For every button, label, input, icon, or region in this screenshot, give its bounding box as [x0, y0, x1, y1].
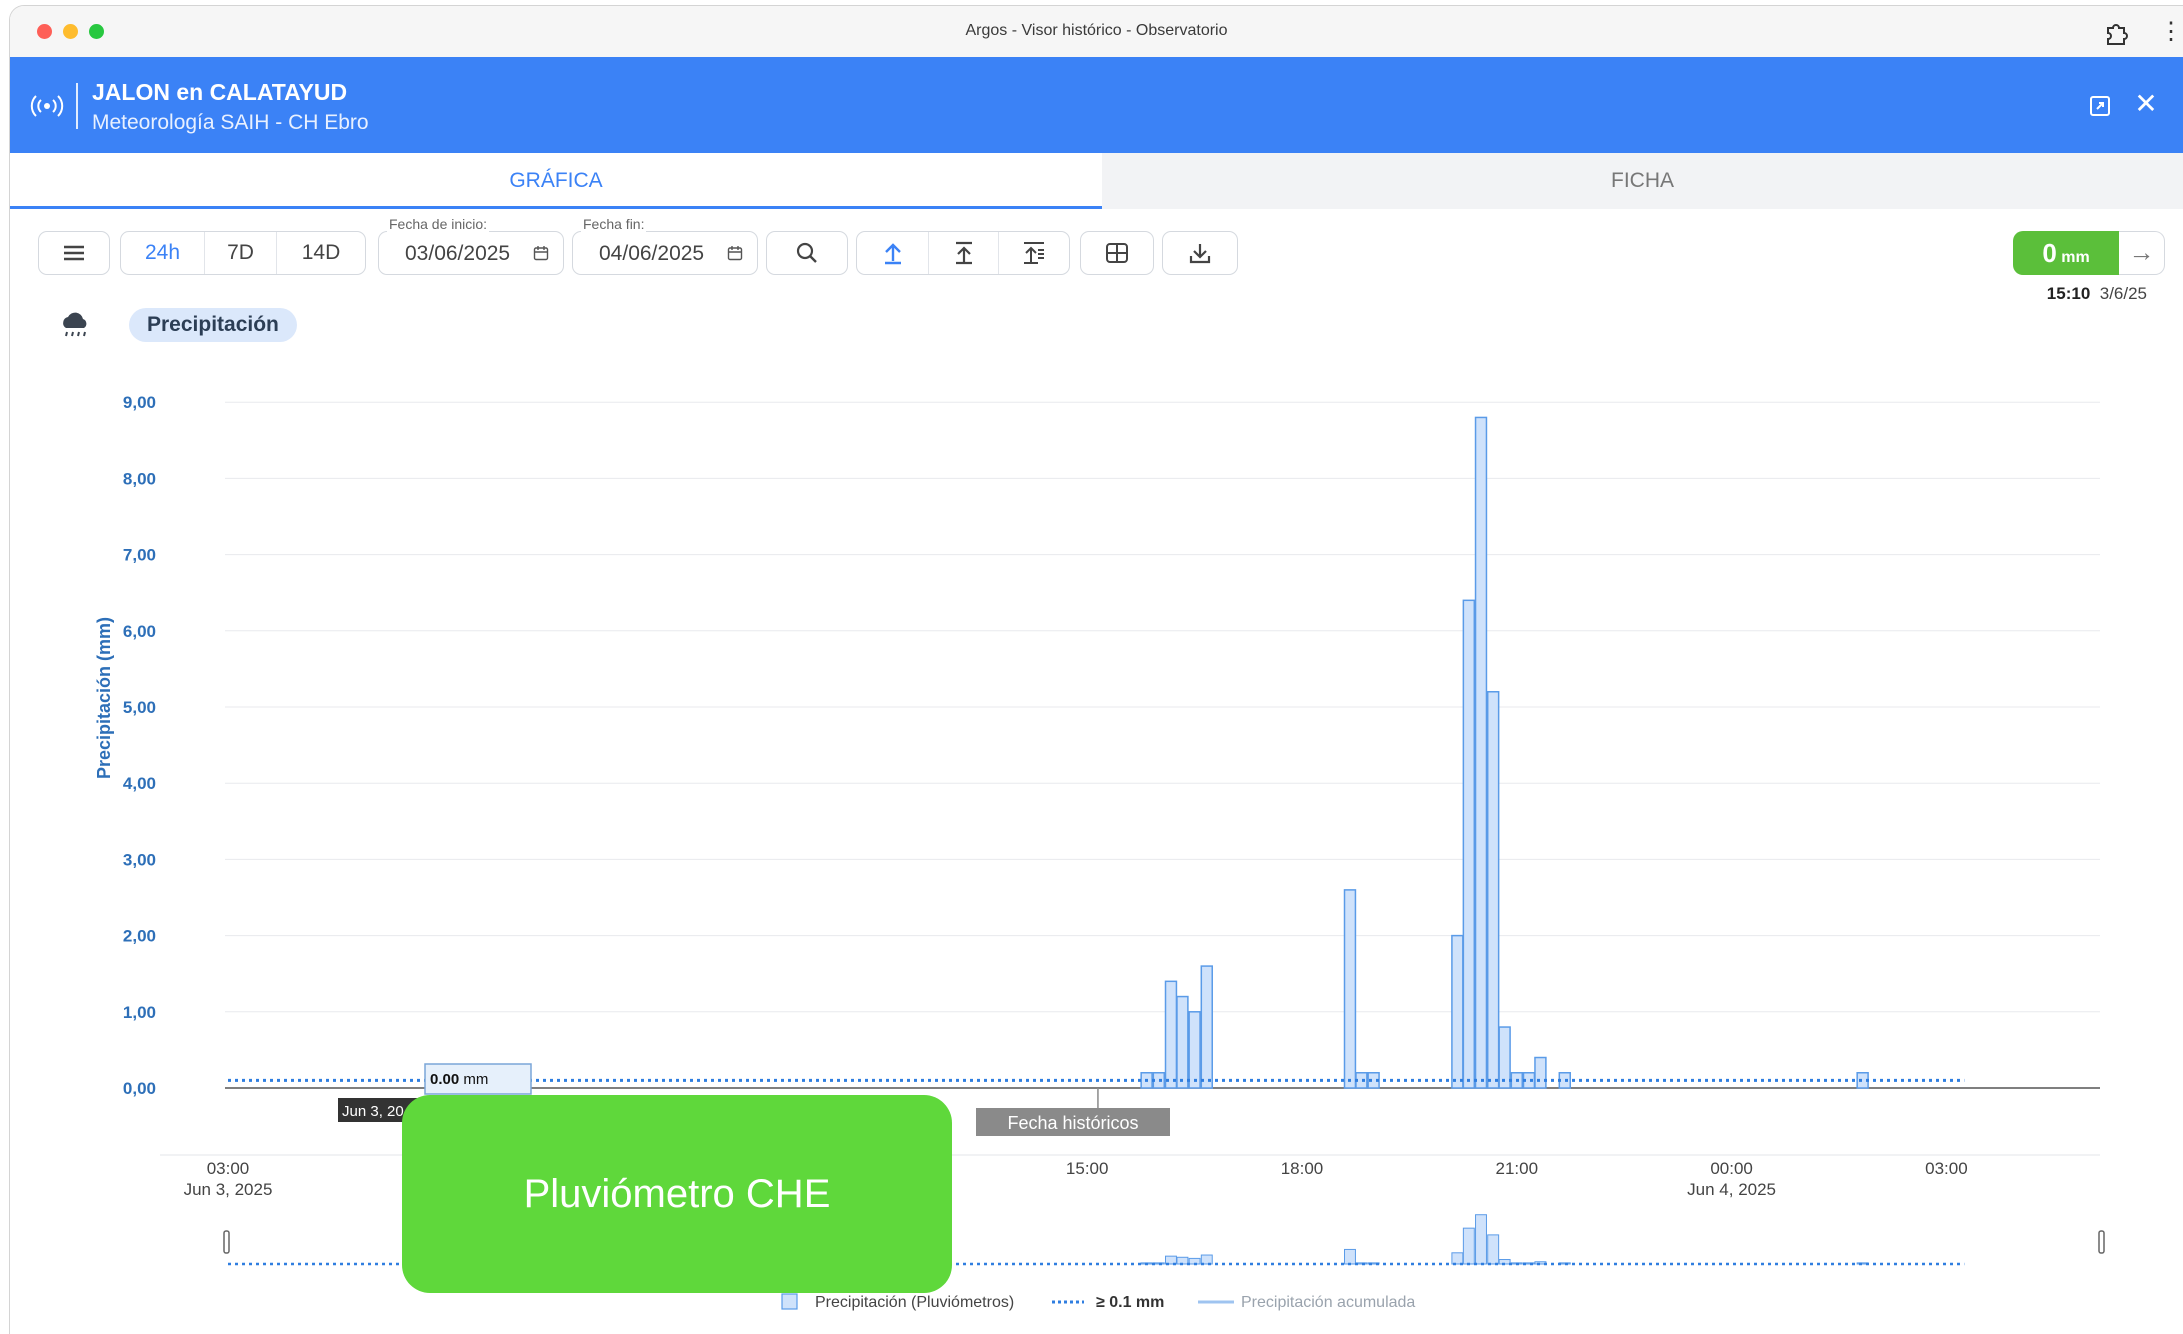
legend-label-accum: Precipitación acumulada — [1241, 1294, 1415, 1311]
precip-bar — [1176, 995, 1189, 1089]
x-tick-label: 03:00 — [1925, 1159, 1968, 1178]
precip-bar — [1498, 1026, 1511, 1089]
y-tick-label: 3,00 — [123, 850, 156, 869]
navigator-bar — [1200, 1254, 1213, 1265]
x-tick-label: 18:00 — [1281, 1159, 1324, 1178]
x-tick-label: 21:00 — [1496, 1159, 1539, 1178]
legend-label-precip: Precipitación (Pluviómetros) — [815, 1294, 1014, 1311]
navigator-bar — [1344, 1248, 1356, 1265]
y-tick-label: 2,00 — [123, 927, 156, 946]
y-tick-label: 6,00 — [123, 622, 156, 641]
historic-label: Fecha históricos — [1007, 1113, 1138, 1133]
tooltip-value: 0.00 mm — [430, 1071, 488, 1088]
precip-bar — [1188, 1011, 1201, 1089]
navigator-bar — [1462, 1227, 1475, 1265]
precip-bar — [1451, 934, 1464, 1089]
precipitation-chart: 0,00 1,00 2,00 3,00 4,00 5,00 6,00 7,00 8,00 9,00… — [94, 393, 2105, 1311]
x-tick-label: 00:00 — [1710, 1159, 1753, 1178]
y-axis-label: Precipitación (mm) — [94, 617, 114, 779]
x-tick-label: 15:00 — [1066, 1159, 1109, 1178]
legend-bar-swatch — [781, 1293, 798, 1310]
precip-bar — [1164, 980, 1178, 1089]
y-tick-label: 7,00 — [123, 546, 156, 565]
y-tick-label: 4,00 — [123, 774, 156, 793]
navigator-bar — [1475, 1214, 1487, 1265]
y-tick-label: 9,00 — [123, 393, 156, 412]
tooltip-date: Jun 3, 20 — [342, 1103, 404, 1120]
navigator-left-handle — [223, 1230, 230, 1254]
y-tick-label: 1,00 — [123, 1003, 156, 1022]
precip-bar — [1486, 691, 1500, 1089]
x-tick-label: 03:00 — [207, 1159, 250, 1178]
x-tick-sublabel: Jun 4, 2025 — [1687, 1180, 1776, 1199]
precip-bar — [1343, 889, 1357, 1089]
y-tick-label: 0,00 — [123, 1079, 156, 1098]
navigator-bar — [1487, 1234, 1500, 1265]
x-tick-sublabel: Jun 3, 2025 — [184, 1180, 273, 1199]
precip-bar — [1462, 599, 1476, 1089]
y-tick-label: 5,00 — [123, 698, 156, 717]
legend-label-threshold: ≥ 0.1 mm — [1096, 1294, 1164, 1311]
rain-gauge-overlay: Pluviómetro CHE — [402, 1095, 952, 1293]
y-tick-label: 8,00 — [123, 469, 156, 488]
navigator-right-handle — [2098, 1230, 2105, 1254]
precip-bar — [1200, 965, 1213, 1089]
precip-bar — [1534, 1056, 1547, 1089]
navigator-bar — [1451, 1252, 1464, 1265]
precip-bar — [1474, 416, 1488, 1089]
